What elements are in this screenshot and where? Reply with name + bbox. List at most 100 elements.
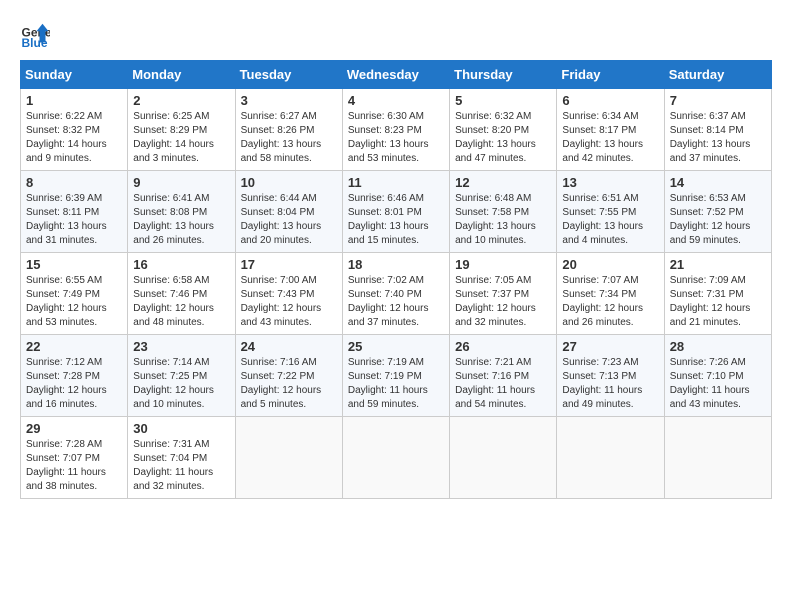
day-info: Sunrise: 6:34 AMSunset: 8:17 PMDaylight:… [562, 110, 658, 166]
calendar-week-3: 15 Sunrise: 6:55 AMSunset: 7:49 PMDayligh… [21, 253, 772, 335]
calendar-cell: 15 Sunrise: 6:55 AMSunset: 7:49 PMDayligh… [21, 253, 128, 335]
day-info: Sunrise: 7:28 AMSunset: 7:07 PMDaylight:… [26, 438, 122, 494]
calendar-cell: 11 Sunrise: 6:46 AMSunset: 8:01 PMDayligh… [342, 171, 449, 253]
day-info: Sunrise: 7:09 AMSunset: 7:31 PMDaylight:… [670, 274, 766, 330]
calendar-cell: 5 Sunrise: 6:32 AMSunset: 8:20 PMDaylight… [450, 89, 557, 171]
day-info: Sunrise: 7:19 AMSunset: 7:19 PMDaylight:… [348, 356, 444, 412]
day-number: 26 [455, 339, 551, 354]
day-number: 21 [670, 257, 766, 272]
day-info: Sunrise: 7:21 AMSunset: 7:16 PMDaylight:… [455, 356, 551, 412]
day-info: Sunrise: 6:48 AMSunset: 7:58 PMDaylight:… [455, 192, 551, 248]
calendar-cell: 8 Sunrise: 6:39 AMSunset: 8:11 PMDaylight… [21, 171, 128, 253]
day-number: 10 [241, 175, 337, 190]
calendar-cell: 19Sunrise: 7:05 AMSunset: 7:37 PMDayligh… [450, 253, 557, 335]
day-number: 4 [348, 93, 444, 108]
day-info: Sunrise: 7:16 AMSunset: 7:22 PMDaylight:… [241, 356, 337, 412]
day-info: Sunrise: 7:26 AMSunset: 7:10 PMDaylight:… [670, 356, 766, 412]
calendar-week-5: 29 Sunrise: 7:28 AMSunset: 7:07 PMDayligh… [21, 417, 772, 499]
calendar-week-4: 22Sunrise: 7:12 AMSunset: 7:28 PMDayligh… [21, 335, 772, 417]
day-number: 20 [562, 257, 658, 272]
weekday-header-saturday: Saturday [664, 61, 771, 89]
calendar-cell: 4 Sunrise: 6:30 AMSunset: 8:23 PMDaylight… [342, 89, 449, 171]
day-number: 28 [670, 339, 766, 354]
calendar-cell [557, 417, 664, 499]
calendar-cell: 14 Sunrise: 6:53 AMSunset: 7:52 PMDayligh… [664, 171, 771, 253]
day-info: Sunrise: 7:23 AMSunset: 7:13 PMDaylight:… [562, 356, 658, 412]
calendar-cell [342, 417, 449, 499]
day-info: Sunrise: 6:27 AMSunset: 8:26 PMDaylight:… [241, 110, 337, 166]
day-number: 6 [562, 93, 658, 108]
day-number: 3 [241, 93, 337, 108]
calendar-cell: 23 Sunrise: 7:14 AMSunset: 7:25 PMDayligh… [128, 335, 235, 417]
weekday-header-friday: Friday [557, 61, 664, 89]
day-info: Sunrise: 7:14 AMSunset: 7:25 PMDaylight:… [133, 356, 229, 412]
calendar-cell: 18 Sunrise: 7:02 AMSunset: 7:40 PMDayligh… [342, 253, 449, 335]
day-number: 23 [133, 339, 229, 354]
calendar-cell [664, 417, 771, 499]
day-number: 25 [348, 339, 444, 354]
day-number: 13 [562, 175, 658, 190]
calendar-cell: 6 Sunrise: 6:34 AMSunset: 8:17 PMDaylight… [557, 89, 664, 171]
day-info: Sunrise: 6:44 AMSunset: 8:04 PMDaylight:… [241, 192, 337, 248]
weekday-header-thursday: Thursday [450, 61, 557, 89]
day-info: Sunrise: 6:39 AMSunset: 8:11 PMDaylight:… [26, 192, 122, 248]
calendar-cell: 7Sunrise: 6:37 AMSunset: 8:14 PMDaylight… [664, 89, 771, 171]
page-header: General Blue [20, 20, 772, 50]
logo-icon: General Blue [20, 20, 50, 50]
logo: General Blue [20, 20, 50, 50]
day-number: 5 [455, 93, 551, 108]
calendar-cell: 20 Sunrise: 7:07 AMSunset: 7:34 PMDayligh… [557, 253, 664, 335]
day-info: Sunrise: 7:05 AMSunset: 7:37 PMDaylight:… [455, 274, 551, 330]
day-info: Sunrise: 6:58 AMSunset: 7:46 PMDaylight:… [133, 274, 229, 330]
day-info: Sunrise: 6:22 AMSunset: 8:32 PMDaylight:… [26, 110, 122, 166]
calendar-cell: 22Sunrise: 7:12 AMSunset: 7:28 PMDayligh… [21, 335, 128, 417]
calendar-cell: 24 Sunrise: 7:16 AMSunset: 7:22 PMDayligh… [235, 335, 342, 417]
day-info: Sunrise: 7:00 AMSunset: 7:43 PMDaylight:… [241, 274, 337, 330]
day-info: Sunrise: 6:46 AMSunset: 8:01 PMDaylight:… [348, 192, 444, 248]
calendar-table: SundayMondayTuesdayWednesdayThursdayFrid… [20, 60, 772, 499]
day-number: 29 [26, 421, 122, 436]
calendar-cell: 13 Sunrise: 6:51 AMSunset: 7:55 PMDayligh… [557, 171, 664, 253]
weekday-header-monday: Monday [128, 61, 235, 89]
calendar-cell: 2Sunrise: 6:25 AMSunset: 8:29 PMDaylight… [128, 89, 235, 171]
calendar-cell: 25 Sunrise: 7:19 AMSunset: 7:19 PMDayligh… [342, 335, 449, 417]
calendar-cell: 26 Sunrise: 7:21 AMSunset: 7:16 PMDayligh… [450, 335, 557, 417]
calendar-cell: 21 Sunrise: 7:09 AMSunset: 7:31 PMDayligh… [664, 253, 771, 335]
day-info: Sunrise: 6:55 AMSunset: 7:49 PMDaylight:… [26, 274, 122, 330]
calendar-cell: 10 Sunrise: 6:44 AMSunset: 8:04 PMDayligh… [235, 171, 342, 253]
day-info: Sunrise: 6:37 AMSunset: 8:14 PMDaylight:… [670, 110, 766, 166]
calendar-cell: 9 Sunrise: 6:41 AMSunset: 8:08 PMDaylight… [128, 171, 235, 253]
day-number: 17 [241, 257, 337, 272]
day-info: Sunrise: 6:53 AMSunset: 7:52 PMDaylight:… [670, 192, 766, 248]
weekday-header-tuesday: Tuesday [235, 61, 342, 89]
day-number: 18 [348, 257, 444, 272]
calendar-week-1: 1 Sunrise: 6:22 AMSunset: 8:32 PMDaylight… [21, 89, 772, 171]
day-number: 24 [241, 339, 337, 354]
calendar-cell: 30 Sunrise: 7:31 AMSunset: 7:04 PMDayligh… [128, 417, 235, 499]
day-info: Sunrise: 6:25 AMSunset: 8:29 PMDaylight:… [133, 110, 229, 166]
calendar-cell: 12 Sunrise: 6:48 AMSunset: 7:58 PMDayligh… [450, 171, 557, 253]
calendar-cell [235, 417, 342, 499]
day-number: 9 [133, 175, 229, 190]
calendar-cell: 3 Sunrise: 6:27 AMSunset: 8:26 PMDaylight… [235, 89, 342, 171]
day-number: 14 [670, 175, 766, 190]
day-number: 30 [133, 421, 229, 436]
day-info: Sunrise: 6:41 AMSunset: 8:08 PMDaylight:… [133, 192, 229, 248]
day-number: 27 [562, 339, 658, 354]
day-info: Sunrise: 6:32 AMSunset: 8:20 PMDaylight:… [455, 110, 551, 166]
calendar-cell: 29 Sunrise: 7:28 AMSunset: 7:07 PMDayligh… [21, 417, 128, 499]
day-info: Sunrise: 7:07 AMSunset: 7:34 PMDaylight:… [562, 274, 658, 330]
day-number: 1 [26, 93, 122, 108]
day-info: Sunrise: 6:30 AMSunset: 8:23 PMDaylight:… [348, 110, 444, 166]
day-number: 8 [26, 175, 122, 190]
day-info: Sunrise: 7:02 AMSunset: 7:40 PMDaylight:… [348, 274, 444, 330]
weekday-header-sunday: Sunday [21, 61, 128, 89]
day-number: 16 [133, 257, 229, 272]
day-number: 11 [348, 175, 444, 190]
calendar-cell: 27 Sunrise: 7:23 AMSunset: 7:13 PMDayligh… [557, 335, 664, 417]
day-number: 15 [26, 257, 122, 272]
day-info: Sunrise: 6:51 AMSunset: 7:55 PMDaylight:… [562, 192, 658, 248]
day-info: Sunrise: 7:31 AMSunset: 7:04 PMDaylight:… [133, 438, 229, 494]
day-number: 12 [455, 175, 551, 190]
calendar-cell: 28 Sunrise: 7:26 AMSunset: 7:10 PMDayligh… [664, 335, 771, 417]
